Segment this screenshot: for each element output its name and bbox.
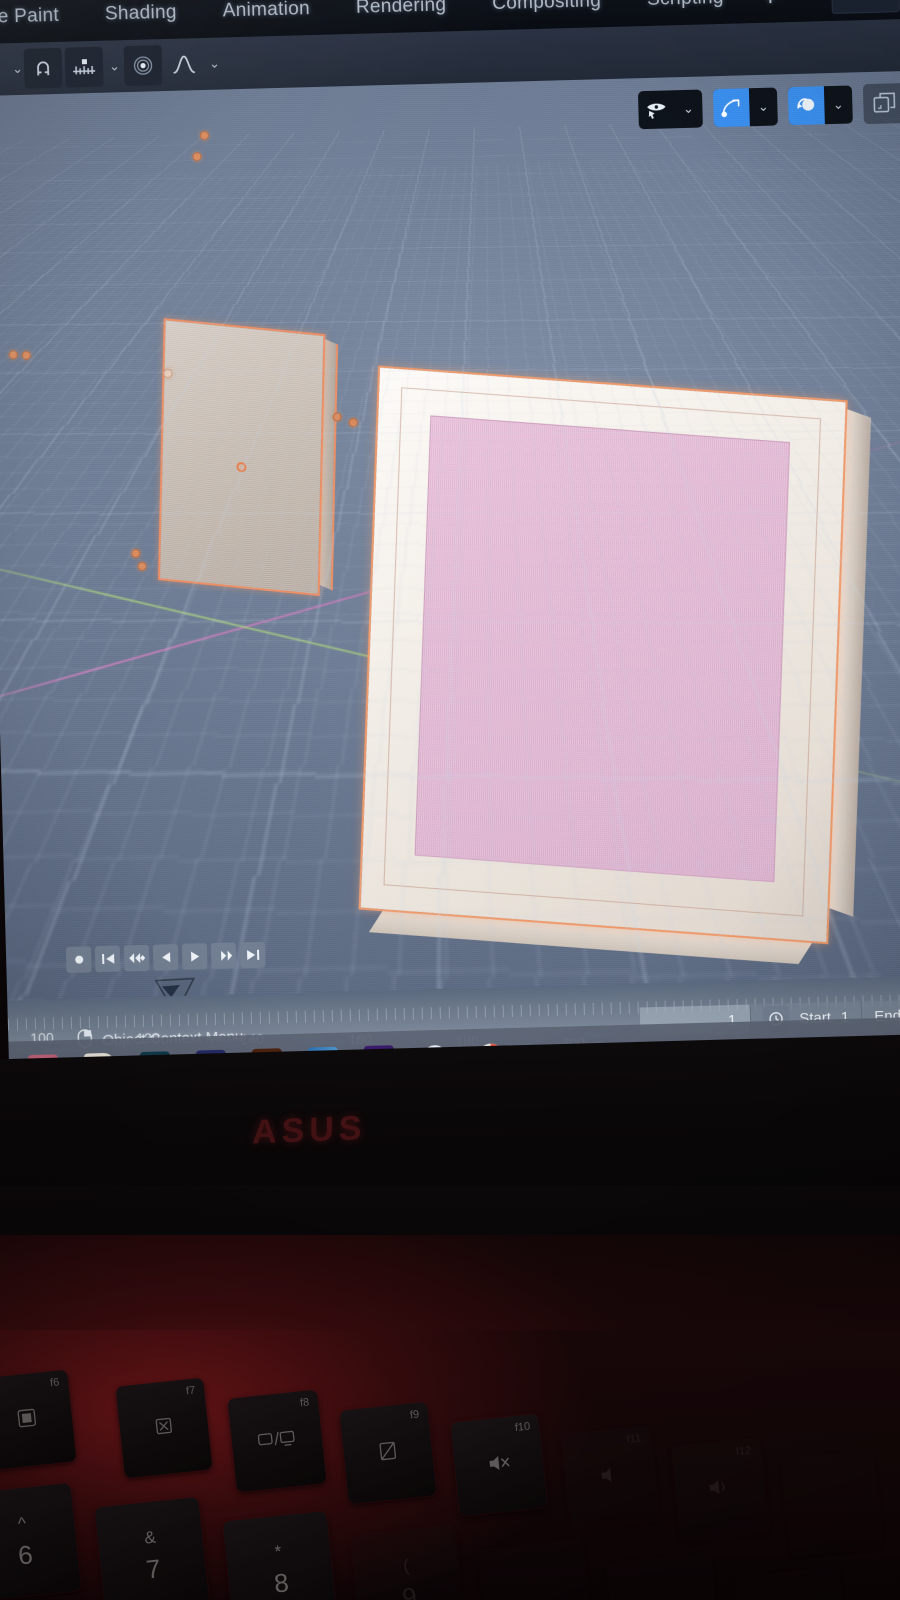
f9-key[interactable]: f9 [339,1401,437,1505]
next-keyframe-icon[interactable] [210,942,237,970]
f7-key[interactable]: f7 [115,1377,213,1479]
chevron-down-icon[interactable]: ⌄ [749,87,778,126]
brightness-icon [15,1405,40,1434]
f6-label: f6 [49,1376,60,1390]
viewport-overlay-controls: ⌄ ⌄ ⌄ [637,83,900,130]
volume-down-icon [598,1463,622,1490]
screen-off-icon [152,1413,177,1442]
frame-geometry [358,365,872,965]
key-0[interactable] [478,1538,594,1600]
tab-label: Rendering [355,0,447,18]
key-7-shift: & [143,1527,157,1548]
playback-controls [65,941,266,974]
f6-key[interactable]: f6 [0,1369,77,1471]
touchpad-toggle-icon [376,1438,401,1467]
smooth-falloff-curve-icon[interactable] [165,44,204,85]
volume-up-icon [706,1475,734,1503]
frame-body [358,365,848,945]
play-icon[interactable] [181,943,208,970]
skip-start-icon[interactable] [94,945,121,973]
xray-squares-icon[interactable] [862,83,900,125]
key-6-main: 6 [16,1538,35,1571]
tab-label: Shading [104,1,178,25]
key-9-shift: ( [402,1555,410,1575]
chevron-down-icon[interactable]: ⌄ [824,85,853,124]
gizmo-arrow-icon[interactable] [712,88,750,128]
box-front-face [157,318,326,597]
f9-label: f9 [409,1408,420,1422]
key-9[interactable]: ( 9 [350,1524,466,1600]
key-9-main: 9 [400,1580,419,1600]
scene-browse-button[interactable]: ⌄ [830,0,900,14]
laptop-photo: ture Paint Shading Animation Rendering C… [0,0,900,1600]
show-overlays-group[interactable]: ⌄ [787,85,853,126]
tab-label: Compositing [491,0,602,15]
show-gizmo-group[interactable]: ⌄ [712,87,778,128]
f10-label: f10 [514,1420,531,1435]
snap-increment-icon[interactable] [64,46,104,88]
tab-label: ture Paint [0,4,60,29]
key-6-shift: ^ [17,1513,27,1533]
play-reverse-icon[interactable] [152,943,179,971]
eye-cursor-icon[interactable] [638,90,675,129]
key-8[interactable]: * 8 [222,1510,338,1600]
box-object[interactable] [157,318,339,597]
visibility-selectability-group[interactable]: ⌄ [637,89,703,130]
3d-viewport[interactable]: ⌄ ⌄ ⌄ [0,70,900,1001]
extra-key[interactable] [781,1449,883,1555]
display-switch-icon [256,1426,298,1455]
workspace-tab-texture-paint[interactable]: ture Paint [0,0,83,44]
key-6[interactable]: ^ 6 [0,1482,82,1600]
proportional-editing-group[interactable]: ⌄ [123,43,229,87]
f8-label: f8 [299,1396,310,1410]
f11-key[interactable]: f11 [561,1425,659,1529]
tab-label: Scripting [647,0,724,11]
workspace-tab-shading[interactable]: Shading [81,0,200,41]
key-7[interactable]: & 7 [94,1496,210,1600]
asus-brand-logo: ASUS [251,1109,367,1152]
overlays-icon[interactable] [787,86,825,126]
frame-panel [414,415,791,883]
workspace-tab-animation[interactable]: Animation [199,0,334,38]
f8-key[interactable]: f8 [227,1389,327,1493]
f12-key[interactable]: f12 [671,1437,769,1541]
key-8-shift: * [273,1541,283,1561]
f10-key[interactable]: f10 [450,1413,548,1517]
chevron-down-icon[interactable]: ⌄ [206,55,228,72]
add-workspace-button[interactable]: + [746,0,795,23]
workspace-tab-compositing[interactable]: Compositing [469,0,625,31]
workspace-tab-scripting[interactable]: Scripting [623,0,747,27]
skip-end-icon[interactable] [239,941,266,969]
mute-icon [486,1450,513,1479]
f7-label: f7 [185,1384,196,1398]
workspace-tab-rendering[interactable]: Rendering [332,0,470,34]
scene-selector[interactable]: ⌄ S [830,0,900,14]
f11-label: f11 [626,1432,642,1447]
globe-icon[interactable] [0,49,7,90]
laptop-keyboard: f6 f7 f8 f9 f10 f11 f12 ^ 6 & 7 * 8 (9 [0,1330,900,1600]
magnet-icon[interactable] [23,47,63,89]
frame-object[interactable] [358,365,872,965]
laptop-screen: ture Paint Shading Animation Rendering C… [0,0,900,1097]
tab-label: Animation [222,0,311,22]
key-8-main: 8 [272,1566,291,1599]
chevron-down-icon[interactable]: ⌄ [674,90,703,129]
record-dot-icon[interactable] [65,946,92,974]
tab-label: + [762,0,778,12]
snapping-group[interactable]: ⌄ [23,46,129,89]
key-7-main: 7 [144,1552,163,1585]
proportional-circle-icon[interactable] [123,45,163,87]
prev-keyframe-icon[interactable] [123,944,150,972]
scene-icon [839,0,866,8]
f12-label: f12 [735,1444,752,1459]
